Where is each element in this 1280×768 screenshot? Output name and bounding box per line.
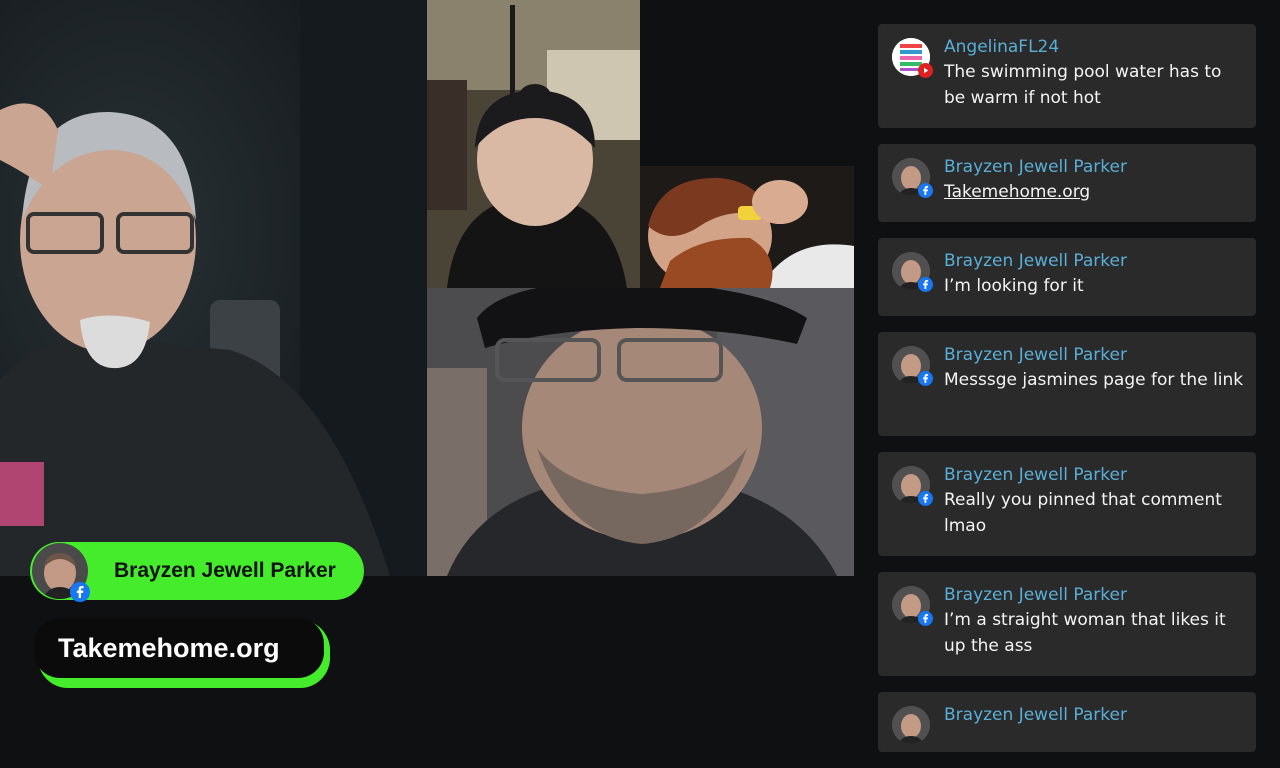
facebook-icon [70, 582, 90, 602]
chat-author: AngelinaFL24 [944, 37, 1060, 57]
chat-message: Brayzen Jewell Parker [878, 692, 1256, 752]
video-tile-guest-2 [640, 166, 854, 288]
video-tile-guest-3 [427, 288, 854, 576]
facebook-icon [918, 491, 933, 506]
host-video-frame [0, 0, 427, 576]
video-tile-guest-1 [427, 0, 640, 288]
chat-author: Brayzen Jewell Parker [944, 585, 1127, 605]
chat-text: Messsge jasmines page for the link [944, 370, 1244, 390]
chat-message: AngelinaFL24 The swimming pool water has… [878, 24, 1256, 128]
chat-text: I’m looking for it [944, 276, 1084, 296]
website-text: Takemehome.org [58, 633, 280, 663]
facebook-icon [918, 611, 933, 626]
chat-message: Brayzen Jewell Parker Takemehome.org [878, 144, 1256, 222]
chat-message: Brayzen Jewell Parker Really you pinned … [878, 452, 1256, 556]
chat-feed[interactable]: AngelinaFL24 The swimming pool water has… [878, 24, 1256, 768]
chat-avatar [892, 706, 930, 744]
facebook-icon [918, 277, 933, 292]
chat-author: Brayzen Jewell Parker [944, 157, 1127, 177]
chat-text: The swimming pool water has to be warm i… [944, 62, 1222, 108]
facebook-icon [918, 371, 933, 386]
chat-link[interactable]: Takemehome.org [944, 179, 1244, 205]
chat-text: Really you pinned that comment lmao [944, 490, 1222, 536]
website-banner-box: Takemehome.org [34, 618, 324, 678]
presenter-name: Brayzen Jewell Parker [114, 559, 336, 582]
chat-message: Brayzen Jewell Parker I’m a straight wom… [878, 572, 1256, 676]
video-tile-host [0, 0, 427, 576]
guest-2-video-frame [640, 166, 854, 288]
chat-message: Brayzen Jewell Parker I’m looking for it [878, 238, 1256, 316]
guest-1-video-frame [427, 0, 640, 288]
website-banner: Takemehome.org [34, 618, 332, 688]
chat-text: I’m a straight woman that likes it up th… [944, 610, 1226, 656]
presenter-name-banner: Brayzen Jewell Parker [30, 542, 364, 602]
youtube-icon [918, 63, 933, 78]
chat-author: Brayzen Jewell Parker [944, 345, 1127, 365]
chat-message: Brayzen Jewell Parker Messsge jasmines p… [878, 332, 1256, 436]
chat-author: Brayzen Jewell Parker [944, 465, 1127, 485]
facebook-icon [918, 183, 933, 198]
chat-author: Brayzen Jewell Parker [944, 705, 1127, 725]
guest-3-video-frame [427, 288, 854, 576]
chat-author: Brayzen Jewell Parker [944, 251, 1127, 271]
